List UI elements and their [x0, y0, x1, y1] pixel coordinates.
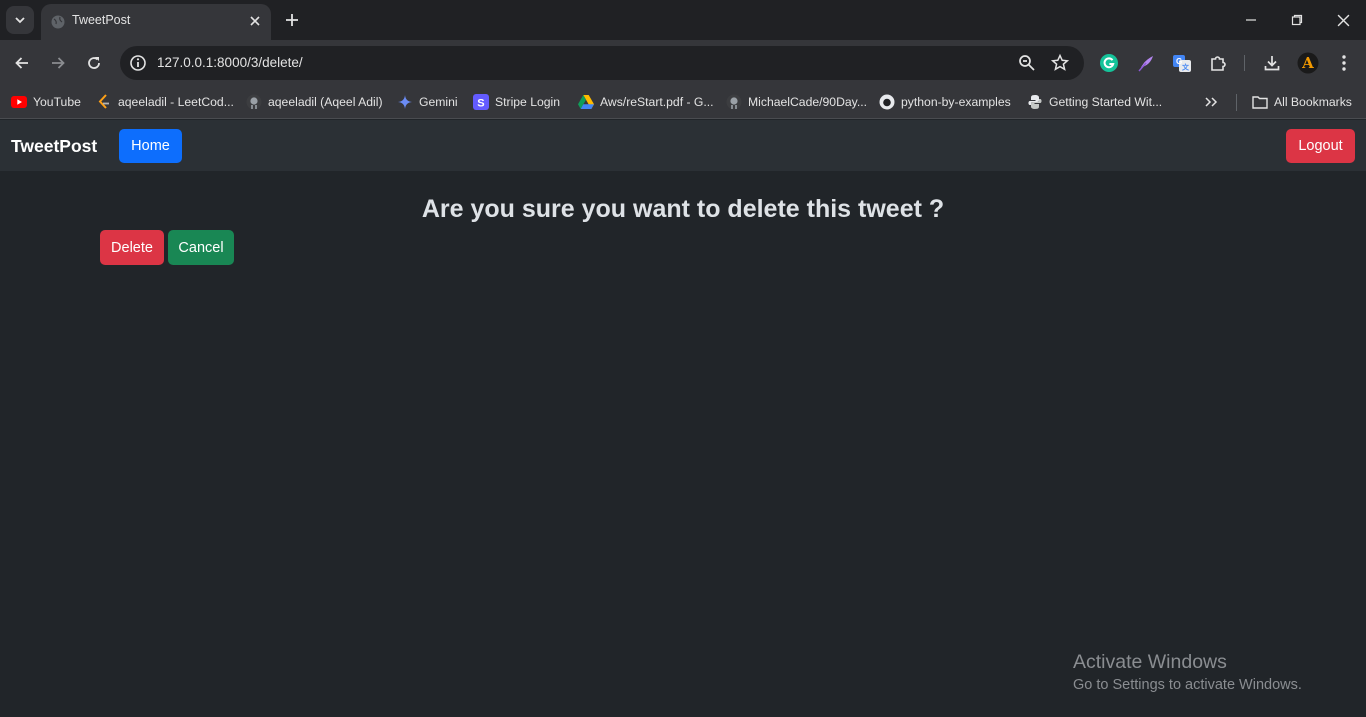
- double-chevron-right-icon: [1205, 97, 1218, 107]
- translate-extension[interactable]: G文: [1171, 52, 1193, 74]
- download-icon: [1264, 56, 1280, 71]
- reload-button[interactable]: [83, 52, 105, 74]
- tab-title: TweetPost: [72, 13, 131, 27]
- extensions-button[interactable]: [1207, 52, 1229, 74]
- all-bookmarks-folder[interactable]: All Bookmarks: [1252, 92, 1352, 112]
- restore-icon: [1291, 14, 1303, 26]
- navbar-brand[interactable]: TweetPost: [11, 136, 97, 157]
- globe-icon: [51, 15, 65, 29]
- profile-avatar[interactable]: A: [1297, 52, 1319, 74]
- grammarly-icon: [1100, 54, 1118, 72]
- chevron-down-icon: [15, 17, 25, 24]
- translate-icon: G文: [1173, 55, 1191, 72]
- feather-icon: [1138, 56, 1153, 72]
- delete-button[interactable]: Delete: [100, 230, 164, 265]
- downloads-button[interactable]: [1261, 52, 1283, 74]
- bookmark-github-90days[interactable]: MichaelCade/90Day...: [726, 92, 867, 112]
- minimize-button[interactable]: [1240, 9, 1262, 31]
- grammarly-extension[interactable]: [1098, 52, 1120, 74]
- delete-confirm-title: Are you sure you want to delete this twe…: [421, 195, 945, 223]
- watermark-title: Activate Windows: [1073, 651, 1227, 673]
- close-icon: [1337, 14, 1349, 26]
- bookmarks-separator: [1236, 94, 1237, 111]
- close-window-button[interactable]: [1332, 9, 1354, 31]
- bookmark-gemini[interactable]: Gemini: [397, 92, 458, 112]
- reload-icon: [88, 57, 100, 69]
- zoom-icon[interactable]: [1017, 53, 1037, 73]
- home-button[interactable]: Home: [119, 129, 182, 163]
- back-button[interactable]: [11, 52, 33, 74]
- python-icon: [1027, 94, 1043, 110]
- youtube-icon: [11, 94, 27, 110]
- gemini-icon: [397, 94, 413, 110]
- quill-extension[interactable]: [1135, 52, 1157, 74]
- stripe-icon: S: [473, 94, 489, 110]
- github-icon: [726, 94, 742, 110]
- bookmark-github-profile[interactable]: aqeeladil (Aqeel Adil): [246, 92, 383, 112]
- profile-initial: A: [1302, 54, 1314, 72]
- github-icon: [246, 94, 262, 110]
- tab-search-button[interactable]: [6, 6, 34, 34]
- close-tab-icon[interactable]: [247, 13, 263, 29]
- browser-tab[interactable]: TweetPost: [41, 4, 271, 40]
- bookmark-stripe[interactable]: S Stripe Login: [473, 92, 560, 112]
- bookmarks-overflow-button[interactable]: [1203, 92, 1219, 112]
- github-icon: [879, 94, 895, 110]
- toolbar-separator: [1244, 55, 1245, 71]
- app-navbar: TweetPost Home Logout: [0, 120, 1366, 171]
- leetcode-icon: [96, 94, 112, 110]
- bookmark-aws-restart[interactable]: Aws/reStart.pdf - G...: [578, 92, 714, 112]
- site-info-icon[interactable]: [128, 53, 148, 73]
- browser-tab-strip: TweetPost: [0, 0, 1366, 40]
- bookmark-python-by-examples[interactable]: python-by-examples: [879, 92, 1011, 112]
- bookmark-getting-started[interactable]: Getting Started Wit...: [1027, 92, 1162, 112]
- browser-toolbar: 127.0.0.1:8000/3/delete/ G文 A: [0, 40, 1366, 86]
- restore-button[interactable]: [1286, 9, 1308, 31]
- folder-icon: [1252, 94, 1268, 110]
- address-bar[interactable]: 127.0.0.1:8000/3/delete/: [120, 46, 1084, 80]
- activate-windows-watermark: Activate Windows Go to Settings to activ…: [1073, 651, 1302, 693]
- svg-text:S: S: [477, 97, 484, 109]
- svg-text:文: 文: [1182, 63, 1190, 72]
- bookmark-youtube[interactable]: YouTube: [11, 92, 81, 112]
- watermark-subtitle: Go to Settings to activate Windows.: [1073, 677, 1302, 693]
- browser-menu-button[interactable]: [1333, 52, 1355, 74]
- google-drive-icon: [578, 94, 594, 110]
- puzzle-icon: [1211, 56, 1226, 71]
- more-vert-icon: [1342, 55, 1346, 71]
- url-text[interactable]: 127.0.0.1:8000/3/delete/: [157, 55, 303, 70]
- bookmark-star-icon[interactable]: [1050, 53, 1070, 73]
- logout-button[interactable]: Logout: [1286, 129, 1355, 163]
- arrow-right-icon: [52, 57, 65, 69]
- forward-button[interactable]: [47, 52, 69, 74]
- arrow-left-icon: [15, 57, 28, 69]
- bookmark-leetcode[interactable]: aqeeladil - LeetCod...: [96, 92, 234, 112]
- new-tab-icon[interactable]: [282, 9, 302, 31]
- bookmarks-bar: YouTube aqeeladil - LeetCod... aqeeladil…: [0, 86, 1366, 119]
- cancel-button[interactable]: Cancel: [168, 230, 234, 265]
- minimize-icon: [1246, 19, 1256, 21]
